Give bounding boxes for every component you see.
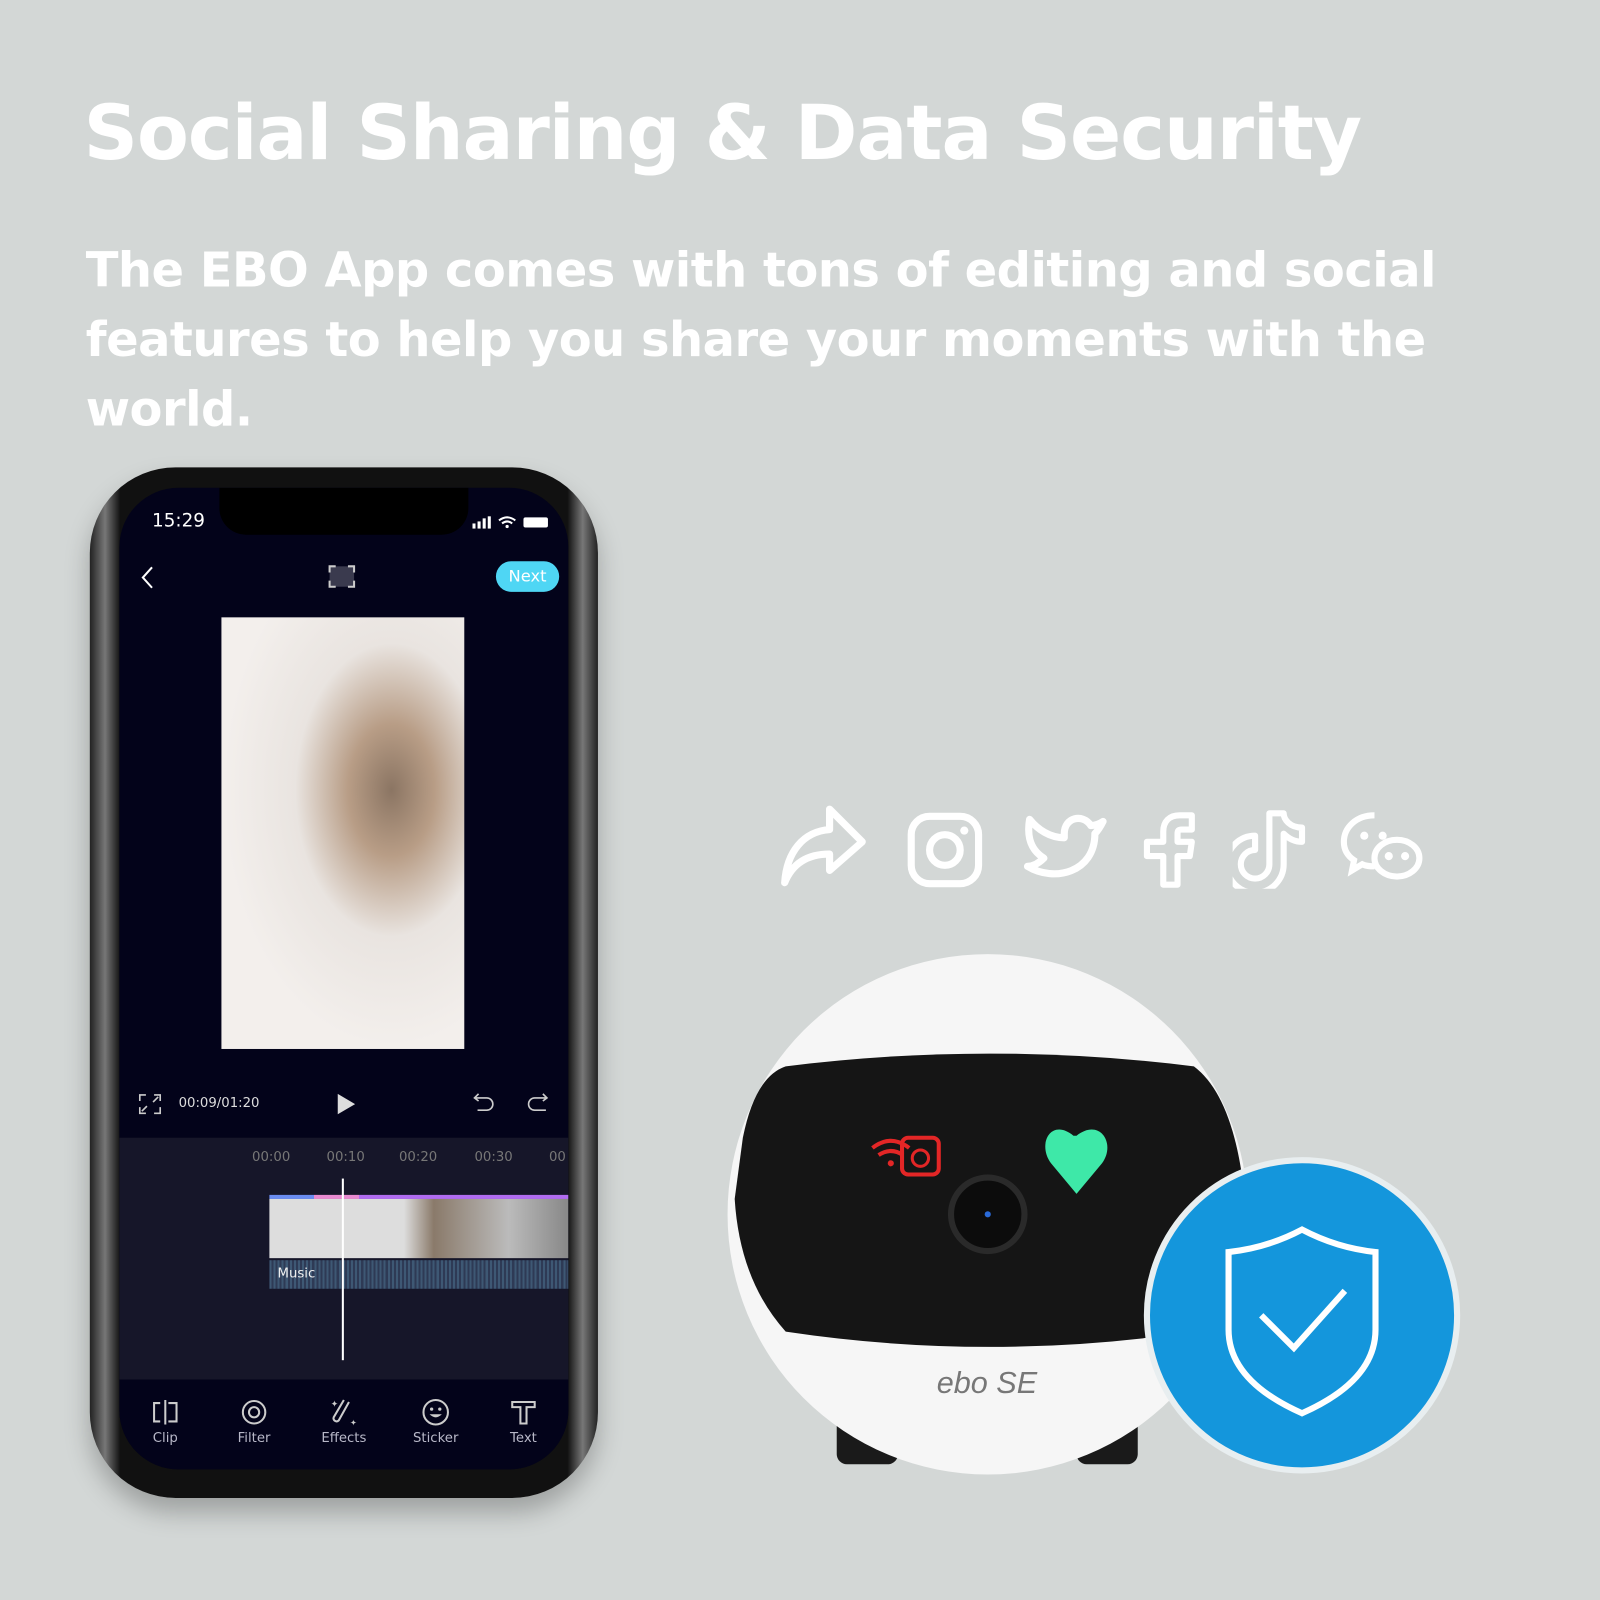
phone-screen: 15:29 Next 00:09/01:20 00:00 00:10 00:20…: [119, 487, 569, 1470]
svg-text:✦: ✦: [331, 1399, 339, 1410]
video-preview: [221, 617, 465, 1049]
status-icons: [472, 516, 548, 529]
instagram-icon: [907, 812, 983, 888]
robot-logo: ebo SE: [937, 1366, 1038, 1400]
tool-label: Clip: [152, 1430, 178, 1446]
crop-icon[interactable]: [328, 564, 357, 588]
timeline-panel[interactable]: 00:00 00:10 00:20 00:30 00 Music: [119, 1137, 569, 1380]
twitter-icon: [1023, 814, 1107, 878]
timeline-tick: 00:00: [252, 1149, 291, 1166]
tool-clip[interactable]: Clip: [130, 1398, 201, 1446]
clip-icon: [153, 1399, 178, 1425]
tool-filter[interactable]: Filter: [218, 1398, 289, 1446]
facebook-icon: [1143, 812, 1195, 888]
playback-time: 00:09/01:20: [178, 1095, 260, 1112]
next-button[interactable]: Next: [495, 561, 560, 592]
tool-label: Filter: [237, 1430, 271, 1446]
effects-icon: ✦✦: [331, 1399, 357, 1426]
music-label: Music: [277, 1266, 316, 1282]
tool-effects[interactable]: ✦ ✦ Effects: [308, 1398, 379, 1446]
undo-icon[interactable]: [471, 1091, 495, 1115]
tool-label: Text: [510, 1430, 537, 1446]
music-track[interactable]: Music: [269, 1260, 569, 1289]
status-time: 15:29: [152, 510, 205, 532]
timeline-tick: 00:30: [474, 1149, 513, 1166]
tool-label: Effects: [321, 1430, 367, 1446]
text-icon: [511, 1401, 536, 1425]
back-icon[interactable]: [140, 565, 156, 589]
tool-text[interactable]: Text: [488, 1398, 559, 1446]
wechat-icon: [1340, 812, 1423, 880]
page-title: Social Sharing & Data Security: [83, 89, 1362, 178]
editor-toolbar: Clip Filter ✦ ✦ Effects Sticker Text: [119, 1379, 569, 1470]
svg-text:✦: ✦: [350, 1417, 357, 1426]
video-clip-track[interactable]: [269, 1198, 569, 1259]
tiktok-icon: [1232, 810, 1306, 889]
security-shield-badge: [1143, 1157, 1461, 1474]
filter-icon: [241, 1399, 267, 1425]
timeline-tick: 00:20: [398, 1149, 438, 1166]
page-subtitle: The EBO App comes with tons of editing a…: [85, 242, 1437, 438]
play-icon[interactable]: [335, 1092, 357, 1116]
timeline-tick: 00:10: [326, 1149, 365, 1166]
sticker-icon: [422, 1398, 449, 1426]
playhead[interactable]: [341, 1178, 344, 1361]
timeline-tick: 00: [548, 1149, 566, 1166]
tool-label: Sticker: [412, 1430, 459, 1446]
phone-notch: [219, 487, 469, 535]
fullscreen-icon[interactable]: [138, 1093, 162, 1115]
share-icon: [781, 805, 866, 887]
tool-sticker[interactable]: Sticker: [400, 1398, 471, 1446]
redo-icon[interactable]: [526, 1091, 550, 1115]
